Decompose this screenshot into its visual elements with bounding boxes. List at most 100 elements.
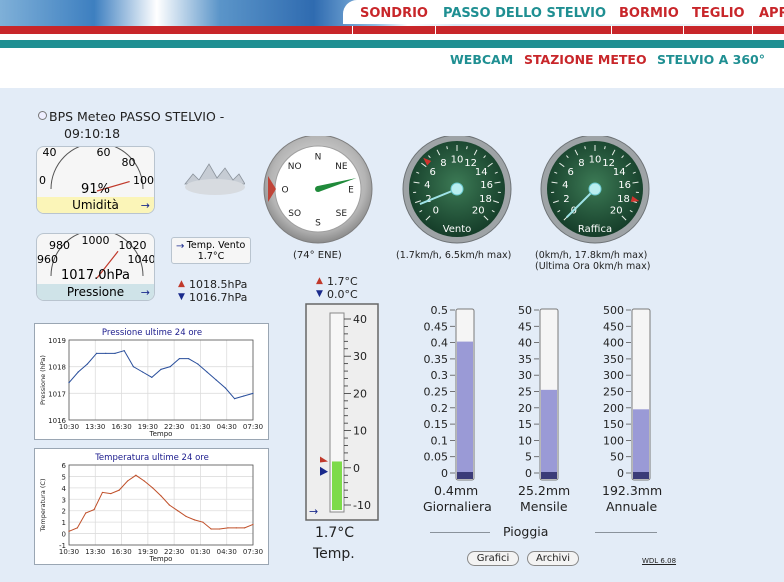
chart-data-point [193, 519, 196, 521]
thermometer-tick-label: 40 [353, 313, 367, 326]
compass-caption: (74° ENE) [293, 250, 342, 261]
chart-data-point [77, 371, 79, 373]
up-triangle-icon: ▲ [178, 279, 185, 289]
chart-y-tick: 1018 [48, 364, 66, 372]
chart-data-point [114, 352, 116, 354]
humidity-label: Umidità [37, 197, 154, 213]
chart-data-point [160, 368, 162, 370]
chart-y-tick: 6 [62, 462, 67, 470]
wind-chill-label: Temp. Vento [186, 240, 246, 251]
wind-direction-compass: N NE E SE S SO O NO [263, 136, 373, 244]
subnav-webcam[interactable]: WEBCAM [450, 52, 513, 67]
rain-tick-label: 0.45 [424, 320, 449, 333]
arrow-right-icon[interactable]: → [141, 286, 150, 299]
subnav-stelvio-360[interactable]: STELVIO A 360° [657, 52, 765, 67]
pressure-label: Pressione [37, 284, 154, 300]
chart-x-tick: 10:30 [59, 548, 79, 556]
compass-direction-label: NO [288, 162, 302, 172]
arrow-right-icon[interactable]: → [141, 199, 150, 212]
weather-cloudy-icon [184, 163, 245, 195]
chart-x-tick: 07:30 [243, 548, 263, 556]
gust-caption: (0km/h, 17.8km/h max) [535, 250, 648, 261]
rain-gauges: 0.50.450.40.350.30.250.20.150.10.0505045… [424, 304, 651, 481]
chart-data-point [243, 395, 245, 397]
rain-tick-label: 25 [518, 386, 532, 399]
subnav-stazione-meteo[interactable]: STAZIONE METEO [524, 52, 647, 67]
rain-yearly-label: Annuale [606, 499, 658, 514]
chart-series-line [68, 350, 254, 400]
chart-x-tick: 04:30 [217, 548, 237, 556]
chart-data-point [132, 366, 134, 368]
chart-title: Temperatura ultime 24 ore [94, 453, 209, 463]
chart-data-point [185, 515, 187, 518]
archive-button[interactable]: Archivi [527, 551, 579, 566]
header-red-stripe [0, 26, 784, 34]
chart-data-point [68, 530, 70, 532]
gust-tick-label: 16 [618, 180, 631, 191]
rain-tick-label: 20 [518, 402, 532, 415]
wind-tick-label: 10 [451, 155, 464, 166]
wind-tick-label: 6 [430, 167, 436, 178]
rain-tick-label: 40 [518, 337, 532, 350]
status-dot-icon [38, 111, 47, 120]
rain-tick-label: 0.2 [431, 402, 449, 415]
chart-x-tick: 16:30 [111, 548, 131, 556]
thermometer-tick-label: 30 [353, 350, 367, 363]
wind-chill-box: → Temp. Vento 1.7°C [171, 237, 251, 264]
nav-tab-aprica[interactable]: APR [759, 6, 784, 21]
rain-tick-label: 45 [518, 320, 532, 333]
gust-tick-label: 10 [589, 155, 602, 166]
thermometer: 40 30 20 10 0 -10 → [305, 303, 379, 521]
chart-x-tick: 16:30 [111, 423, 131, 431]
chart-data-point [218, 528, 221, 530]
chart-x-tick: 10:30 [59, 423, 79, 431]
chart-data-point [227, 527, 229, 529]
chart-data-point [123, 350, 125, 352]
rain-tick-label: 0.25 [424, 386, 449, 399]
gust-tick-label: 18 [617, 194, 630, 205]
nav-tab-teglio[interactable]: TEGLIO [692, 6, 745, 21]
chart-data-point [151, 376, 153, 378]
chart-y-tick: 2 [62, 508, 66, 516]
chart-y-label: Pressione (hPa) [39, 355, 47, 405]
chart-data-point [168, 504, 170, 506]
chart-series-line [68, 474, 254, 532]
chart-data-point [96, 352, 98, 354]
chart-x-tick: 13:30 [85, 423, 105, 431]
charts-button[interactable]: Grafici [467, 551, 519, 566]
chart-data-point [160, 495, 162, 497]
rain-tick-label: 0.1 [431, 434, 449, 447]
rain-tick-label: 400 [603, 337, 624, 350]
thermometer-tick-label: 0 [353, 462, 360, 475]
chart-data-point [85, 512, 87, 514]
temperature-high: 1.7°C [327, 275, 358, 288]
rain-section-label: Pioggia [503, 524, 549, 539]
nav-tab-sondrio[interactable]: SONDRIO [360, 6, 428, 21]
down-triangle-icon: ▼ [316, 289, 323, 299]
rain-daily-value: 0.4mm [434, 483, 479, 498]
thermometer-mercury [332, 461, 342, 510]
chart-data-point [143, 480, 145, 482]
rain-tick-label: 0.35 [424, 353, 449, 366]
chart-data-point [142, 371, 144, 373]
nav-tab-bormio[interactable]: BORMIO [619, 6, 679, 21]
rain-tick-label: 350 [603, 353, 624, 366]
gust-tick-label: 6 [568, 167, 574, 178]
chart-y-tick: 3 [62, 496, 66, 504]
pressure-tick-label: 1020 [118, 239, 147, 252]
rain-tick-label: 10 [518, 434, 532, 447]
temperature-label: Temp. [313, 546, 355, 562]
nav-tab-passo-stelvio[interactable]: PASSO DELLO STELVIO [443, 6, 606, 21]
rain-tick-label: 35 [518, 353, 532, 366]
chart-y-tick: 1 [62, 519, 66, 527]
rain-daily-label: Giornaliera [423, 499, 492, 514]
chart-data-point [135, 474, 137, 476]
compass-direction-label: E [348, 186, 354, 196]
station-time: 09:10:18 [64, 126, 121, 141]
pressure-gauge: 980 1000 1020 960 1040 1017.0hPa Pressio… [36, 233, 155, 301]
chart-data-point [188, 358, 190, 360]
rain-tick-label: 200 [603, 402, 624, 415]
rain-tick-label: 300 [603, 369, 624, 382]
chart-y-tick: 1017 [48, 390, 66, 398]
wind-tick-label: 8 [440, 158, 446, 169]
